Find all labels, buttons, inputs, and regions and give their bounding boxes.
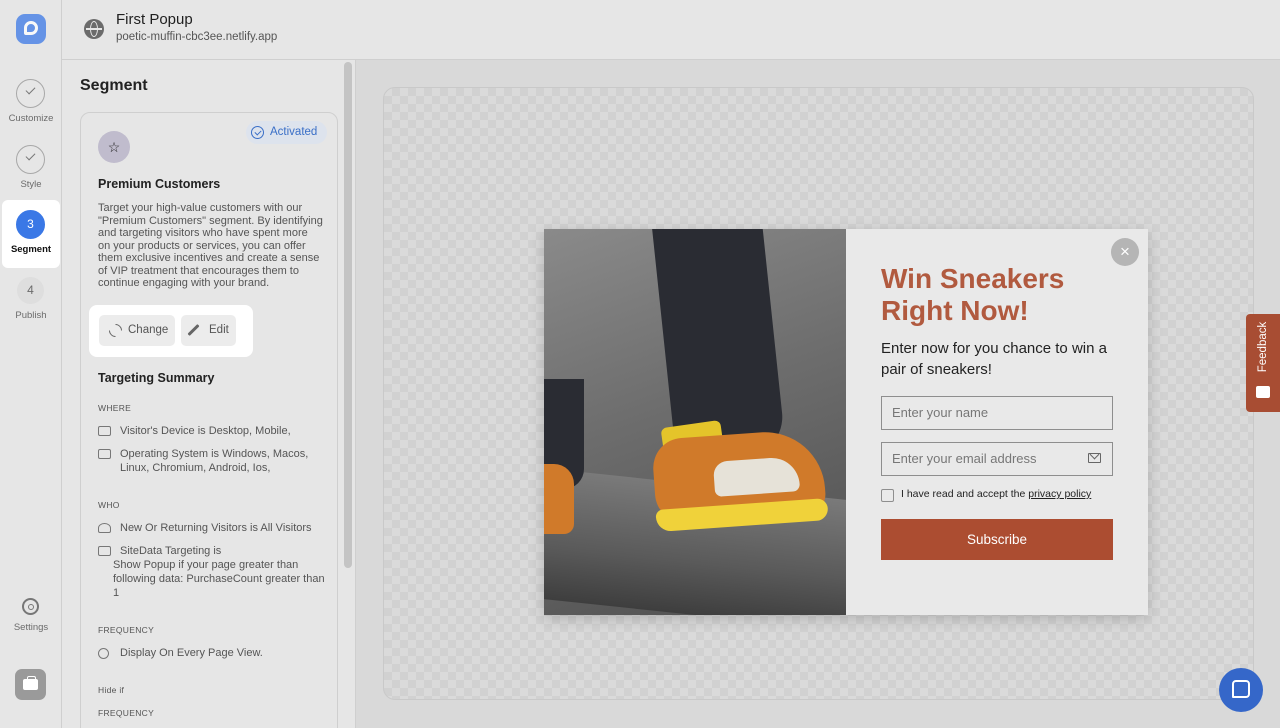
activated-badge: Activated xyxy=(246,121,328,144)
photo-shoe-left xyxy=(544,464,574,534)
preview-frame: × Win Sneakers Right Now! Enter now for … xyxy=(383,87,1254,700)
segment-name: Premium Customers xyxy=(98,177,221,191)
check-icon xyxy=(25,84,36,95)
where-label: WHERE xyxy=(98,403,132,413)
check-circle-icon xyxy=(251,126,264,139)
panel-scrollbar[interactable] xyxy=(344,62,352,568)
top-header: First Popup poetic-muffin-cbc3ee.netlify… xyxy=(62,0,1280,60)
edit-label: Edit xyxy=(209,324,229,336)
step-customize-label: Customize xyxy=(8,113,54,124)
who-label: WHO xyxy=(98,500,120,510)
segment-description: Target your high-value customers with ou… xyxy=(98,202,323,289)
step-publish[interactable]: 4 Publish xyxy=(0,276,62,338)
feedback-icon xyxy=(1256,386,1270,398)
step-customize[interactable]: Customize xyxy=(0,79,62,141)
gear-icon[interactable] xyxy=(22,598,39,615)
badge-label: Activated xyxy=(270,126,318,138)
popup-title: First Popup xyxy=(116,11,193,28)
targeting-summary-title: Targeting Summary xyxy=(98,371,215,385)
frequency-text: Display On Every Page View. xyxy=(120,647,263,659)
briefcase-icon[interactable] xyxy=(15,669,46,700)
sitedata-detail: Show Popup if your page greater than fol… xyxy=(113,559,325,599)
screen-icon xyxy=(98,546,111,556)
os-row: Operating System is Windows, Macos, Linu… xyxy=(98,447,328,475)
history-icon xyxy=(98,648,109,659)
sitedata-title: SiteData Targeting is xyxy=(120,545,222,557)
consent-checkbox[interactable] xyxy=(881,489,894,502)
mail-icon xyxy=(1088,453,1101,463)
consent-text: I have read and accept the privacy polic… xyxy=(901,488,1091,500)
step-segment-label: Segment xyxy=(10,244,52,255)
app-logo-icon[interactable] xyxy=(16,14,46,44)
panel-title: Segment xyxy=(80,77,148,94)
device-text: Visitor's Device is Desktop, Mobile, xyxy=(120,425,291,437)
popup-text: Enter now for you chance to win a pair o… xyxy=(881,340,1107,378)
change-button[interactable]: Change xyxy=(99,315,175,346)
popup-preview: × Win Sneakers Right Now! Enter now for … xyxy=(544,229,1148,615)
refresh-icon xyxy=(106,321,125,340)
email-input[interactable]: Enter your email address xyxy=(881,442,1113,476)
site-domain: poetic-muffin-cbc3ee.netlify.app xyxy=(116,31,278,43)
pencil-icon xyxy=(187,323,200,337)
visitors-text: New Or Returning Visitors is All Visitor… xyxy=(120,522,312,534)
globe-icon xyxy=(84,19,104,39)
step-style[interactable]: Style xyxy=(0,145,62,207)
feedback-label: Feedback xyxy=(1257,321,1269,373)
step-segment[interactable]: 3 Segment xyxy=(0,210,62,272)
check-icon xyxy=(25,150,36,161)
feedback-tab[interactable]: Feedback xyxy=(1246,314,1280,412)
star-icon: ☆ xyxy=(98,131,130,163)
chat-launcher[interactable] xyxy=(1219,668,1263,712)
edit-button[interactable]: Edit xyxy=(181,315,236,346)
visitors-row: New Or Returning Visitors is All Visitor… xyxy=(98,521,328,535)
name-input[interactable]: Enter your name xyxy=(881,396,1113,430)
step-publish-number: 4 xyxy=(16,276,45,305)
frequency-label: FREQUENCY xyxy=(98,625,155,635)
sitedata-row: SiteData Targeting is Show Popup if your… xyxy=(98,544,328,600)
hide-if-label: Hide if xyxy=(98,685,125,695)
segment-actions: Change Edit xyxy=(89,305,253,357)
app-root: Customize Style 3 Segment 4 Publish Sett… xyxy=(0,0,1280,728)
email-placeholder: Enter your email address xyxy=(892,451,1037,466)
step-customize-circle xyxy=(16,79,45,108)
consent-prefix: I have read and accept the xyxy=(901,488,1029,500)
chat-icon xyxy=(1232,680,1250,698)
users-icon xyxy=(98,523,111,533)
settings-label[interactable]: Settings xyxy=(0,622,62,633)
monitor-icon xyxy=(98,449,111,459)
os-text: Operating System is Windows, Macos, Linu… xyxy=(120,448,309,474)
change-label: Change xyxy=(128,324,169,336)
sneaker-photo xyxy=(544,229,846,615)
step-style-circle xyxy=(16,145,45,174)
device-icon xyxy=(98,426,111,436)
segment-card: Activated ☆ Premium Customers Target you… xyxy=(80,112,338,728)
segment-panel: Segment Activated ☆ Premium Customers Ta… xyxy=(62,60,356,728)
subscribe-button[interactable]: Subscribe xyxy=(881,519,1113,560)
popup-heading: Win Sneakers Right Now! xyxy=(881,263,1065,326)
frequency-label-2: FREQUENCY xyxy=(98,708,155,718)
preview-canvas: × Win Sneakers Right Now! Enter now for … xyxy=(356,60,1280,728)
left-rail: Customize Style 3 Segment 4 Publish Sett… xyxy=(0,0,62,728)
device-row: Visitor's Device is Desktop, Mobile, xyxy=(98,424,328,438)
privacy-policy-link[interactable]: privacy policy xyxy=(1028,488,1091,500)
step-publish-label: Publish xyxy=(15,310,47,321)
step-segment-number: 3 xyxy=(16,210,45,239)
frequency-row: Display On Every Page View. xyxy=(98,646,328,660)
step-style-label: Style xyxy=(20,179,42,190)
photo-shoe-panel xyxy=(712,456,801,497)
close-icon[interactable]: × xyxy=(1111,238,1139,266)
